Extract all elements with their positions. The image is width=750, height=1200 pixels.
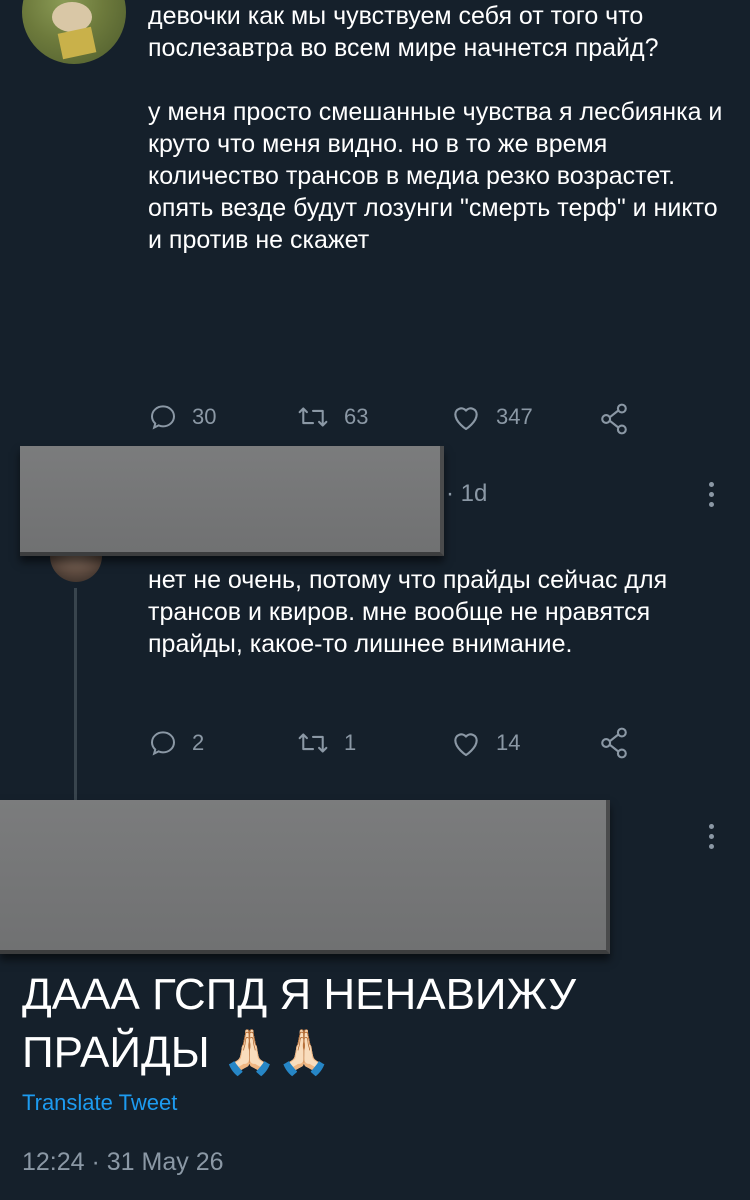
tweet-2-time: · 1d bbox=[446, 480, 488, 507]
tweet-1-paragraph-1: девочки как мы чувствуем себя от того чт… bbox=[148, 2, 659, 62]
retweet-icon bbox=[296, 402, 330, 432]
share-icon bbox=[598, 402, 630, 436]
more-options-icon[interactable] bbox=[708, 482, 714, 507]
like-button[interactable]: 347 bbox=[450, 402, 533, 432]
main-tweet-text: ДААА ГСПД Я НЕНАВИЖУ ПРАЙДЫ 🙏🏻🙏🏻 bbox=[22, 970, 577, 1077]
translate-tweet-link[interactable]: Translate Tweet bbox=[22, 1090, 177, 1116]
tweet-timestamp[interactable]: 12:24 · 31 May 26 bbox=[22, 1148, 224, 1177]
retweet-count: 63 bbox=[344, 404, 369, 429]
like-count: 347 bbox=[496, 404, 533, 429]
retweet-count: 1 bbox=[344, 730, 357, 755]
reply-icon bbox=[148, 728, 178, 758]
tweet-1-text: девочки как мы чувствуем себя от того чт… bbox=[148, 0, 738, 256]
retweet-button[interactable]: 63 bbox=[296, 402, 368, 432]
retweet-button[interactable]: 1 bbox=[296, 728, 356, 758]
retweet-icon bbox=[296, 728, 330, 758]
reply-count: 2 bbox=[192, 730, 205, 755]
share-icon bbox=[598, 726, 630, 760]
reply-icon bbox=[148, 402, 178, 432]
avatar[interactable] bbox=[22, 0, 126, 64]
heart-icon bbox=[450, 402, 482, 432]
tweet-2-text: нет не очень, потому что прайды сейчас д… bbox=[148, 566, 668, 658]
redacted-username-box bbox=[20, 446, 444, 556]
like-button[interactable]: 14 bbox=[450, 728, 520, 758]
share-button[interactable] bbox=[598, 726, 630, 760]
reply-button[interactable]: 2 bbox=[148, 728, 204, 758]
tweet-1-paragraph-2: у меня просто смешанные чувства я лесбия… bbox=[148, 98, 723, 254]
share-button[interactable] bbox=[598, 402, 630, 436]
avatar-scarf bbox=[57, 26, 97, 60]
more-options-icon[interactable] bbox=[708, 824, 714, 849]
redacted-author-box bbox=[0, 800, 610, 954]
heart-icon bbox=[450, 728, 482, 758]
like-count: 14 bbox=[496, 730, 521, 755]
thread-line bbox=[74, 588, 77, 800]
reply-button[interactable]: 30 bbox=[148, 402, 216, 432]
reply-count: 30 bbox=[192, 404, 217, 429]
